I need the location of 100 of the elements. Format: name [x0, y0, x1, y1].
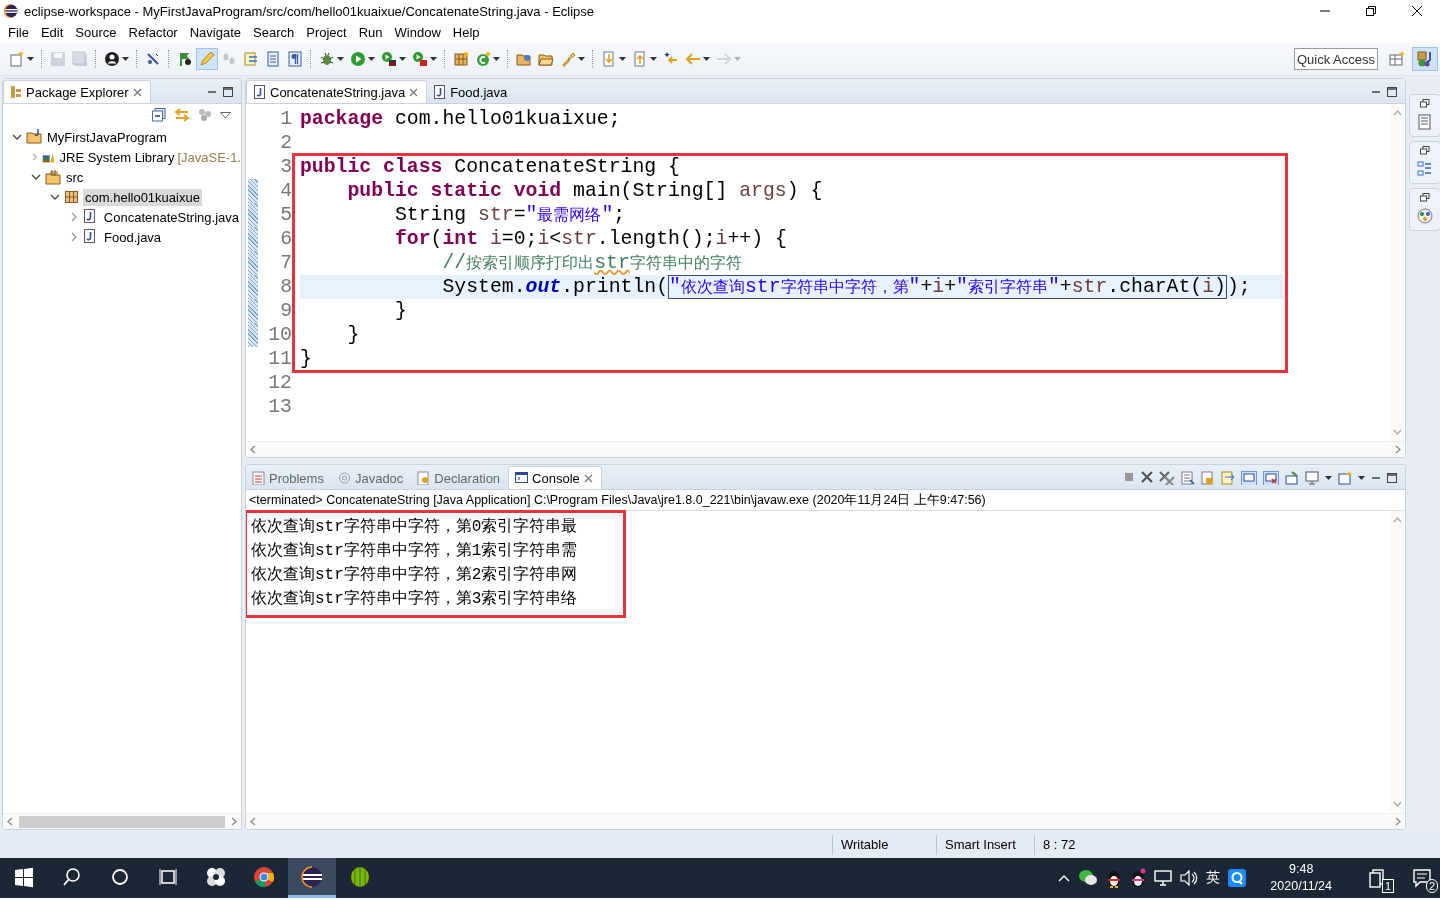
- tree-item[interactable]: JRE System Library: [57, 148, 177, 166]
- filter-dots-icon[interactable]: [198, 108, 212, 122]
- caret-icon: [650, 57, 657, 61]
- perspective-button[interactable]: [1412, 47, 1438, 71]
- palette-icon[interactable]: [1417, 208, 1433, 224]
- tree-item[interactable]: Food.java: [102, 228, 164, 246]
- lock-document-icon[interactable]: [1201, 471, 1215, 485]
- menu-item[interactable]: Window: [388, 25, 447, 40]
- menu-item[interactable]: Source: [69, 25, 123, 40]
- status-field: Smart Insert: [936, 835, 1034, 855]
- package-grid-icon: [453, 51, 469, 67]
- horizontal-scrollbar[interactable]: [246, 813, 1405, 829]
- document-lines-icon[interactable]: [1181, 471, 1195, 485]
- menu-item[interactable]: File: [2, 25, 35, 40]
- panel-tab[interactable]: Declaration: [411, 467, 509, 489]
- caret-icon: [703, 57, 710, 61]
- chat-bubbles-icon[interactable]: [1078, 869, 1099, 887]
- menu-item[interactable]: Search: [247, 25, 301, 40]
- collapse-all-icon[interactable]: [152, 108, 166, 122]
- tree-item[interactable]: MyFirstJavaProgram: [45, 128, 169, 146]
- panel-tab[interactable]: Console: [508, 466, 602, 489]
- package-folder-icon: [45, 169, 61, 185]
- tree-item[interactable]: src: [64, 168, 86, 186]
- java-perspective-icon: [1417, 51, 1433, 67]
- code-line: }: [300, 347, 312, 371]
- package-grid-icon: [64, 189, 80, 205]
- menu-item[interactable]: Run: [352, 25, 389, 40]
- tree-item[interactable]: ConcatenateString.java: [101, 208, 241, 226]
- minimize-icon[interactable]: [1371, 476, 1381, 480]
- penguin-icon[interactable]: [1130, 868, 1147, 888]
- monitor-icon[interactable]: [1305, 471, 1319, 485]
- caret-icon: [368, 57, 375, 61]
- search-app-icon[interactable]: [1228, 869, 1247, 887]
- vertical-scrollbar[interactable]: [1389, 104, 1405, 441]
- caret-icon: [122, 57, 129, 61]
- chevron-right-icon: [231, 817, 237, 826]
- panel-tab[interactable]: Javadoc: [331, 467, 412, 489]
- penguin-icon[interactable]: [1106, 868, 1123, 888]
- code-line: package com.hello01kuaixue;: [300, 107, 621, 131]
- menu-item[interactable]: Help: [446, 25, 486, 40]
- search-field[interactable]: Quick Access: [1294, 48, 1378, 70]
- document-arrows-icon: [243, 51, 259, 67]
- chevron-up-icon[interactable]: [1058, 874, 1071, 882]
- status-field: Writable: [832, 835, 936, 855]
- line-number: 13: [268, 395, 292, 419]
- tab-title: ConcatenateString.java: [270, 84, 406, 100]
- chevron-down-icon: [1392, 801, 1402, 807]
- horizontal-scrollbar[interactable]: [246, 441, 1405, 457]
- folder-icon: [538, 51, 554, 67]
- maximize-icon[interactable]: [1387, 87, 1397, 97]
- taskbar-button[interactable]: [288, 858, 336, 898]
- editor-tab[interactable]: ConcatenateString.java: [246, 80, 428, 103]
- outline-document-icon[interactable]: [1417, 114, 1433, 130]
- window-title: eclipse-workspace - MyFirstJavaProgram/src/com/hello01kuaixue/ConcatenateString.java - Eclipse: [24, 3, 595, 19]
- footprints-icon: [221, 51, 237, 67]
- line-number: 12: [268, 371, 292, 395]
- caret-icon[interactable]: [1358, 476, 1365, 480]
- network-icon[interactable]: [1154, 870, 1173, 886]
- warning-list-icon: [252, 471, 265, 485]
- menu-item[interactable]: Navigate: [183, 25, 247, 40]
- caret-icon[interactable]: [1325, 476, 1332, 480]
- search-icon: [61, 865, 83, 888]
- minimize-icon[interactable]: [207, 90, 217, 94]
- double-cross-icon[interactable]: [1159, 471, 1175, 485]
- outline-tree-icon[interactable]: [1417, 161, 1433, 177]
- close-icon[interactable]: [132, 87, 142, 97]
- line-number: 3: [280, 155, 292, 179]
- error-screen-icon[interactable]: [1263, 471, 1279, 485]
- link-arrows-icon[interactable]: [174, 108, 190, 122]
- minimize-icon[interactable]: [1371, 90, 1381, 94]
- menu-item[interactable]: Edit: [34, 25, 70, 40]
- new-window-icon[interactable]: [1338, 471, 1352, 485]
- restore-icon[interactable]: [1420, 146, 1430, 155]
- melon-icon: [349, 865, 371, 888]
- document-icon: [265, 51, 281, 67]
- close-icon[interactable]: [409, 87, 419, 97]
- input-language[interactable]: 英: [1206, 869, 1221, 887]
- save-all-icon: [72, 51, 88, 67]
- restore-icon[interactable]: [1420, 99, 1430, 108]
- menu-item[interactable]: Project: [300, 25, 353, 40]
- caret-icon: [27, 57, 34, 61]
- panel-tab[interactable]: Package Explorer: [3, 80, 151, 103]
- line-number: 9: [280, 299, 292, 323]
- java-file-icon: [433, 85, 447, 99]
- panel-tab[interactable]: Problems: [246, 467, 332, 489]
- maximize-icon[interactable]: [223, 87, 233, 97]
- view-menu-icon[interactable]: [220, 111, 231, 119]
- speaker-icon[interactable]: [1180, 870, 1199, 886]
- tab-title: Problems: [269, 470, 324, 486]
- chevron-right-icon[interactable]: [30, 151, 40, 163]
- editor-tab[interactable]: Food.java: [427, 81, 516, 103]
- console-line: 依次查询str字符串中字符，第0索引字符串最: [251, 516, 579, 538]
- close-icon[interactable]: [583, 473, 593, 483]
- horizontal-scrollbar[interactable]: [3, 813, 241, 829]
- menu-item[interactable]: Refactor: [122, 25, 184, 40]
- vertical-scrollbar[interactable]: [1389, 511, 1405, 813]
- tree-item[interactable]: com.hello01kuaixue: [83, 188, 202, 206]
- maximize-icon[interactable]: [1387, 473, 1397, 483]
- restore-icon[interactable]: [1420, 193, 1430, 202]
- cross-icon[interactable]: [1141, 471, 1153, 485]
